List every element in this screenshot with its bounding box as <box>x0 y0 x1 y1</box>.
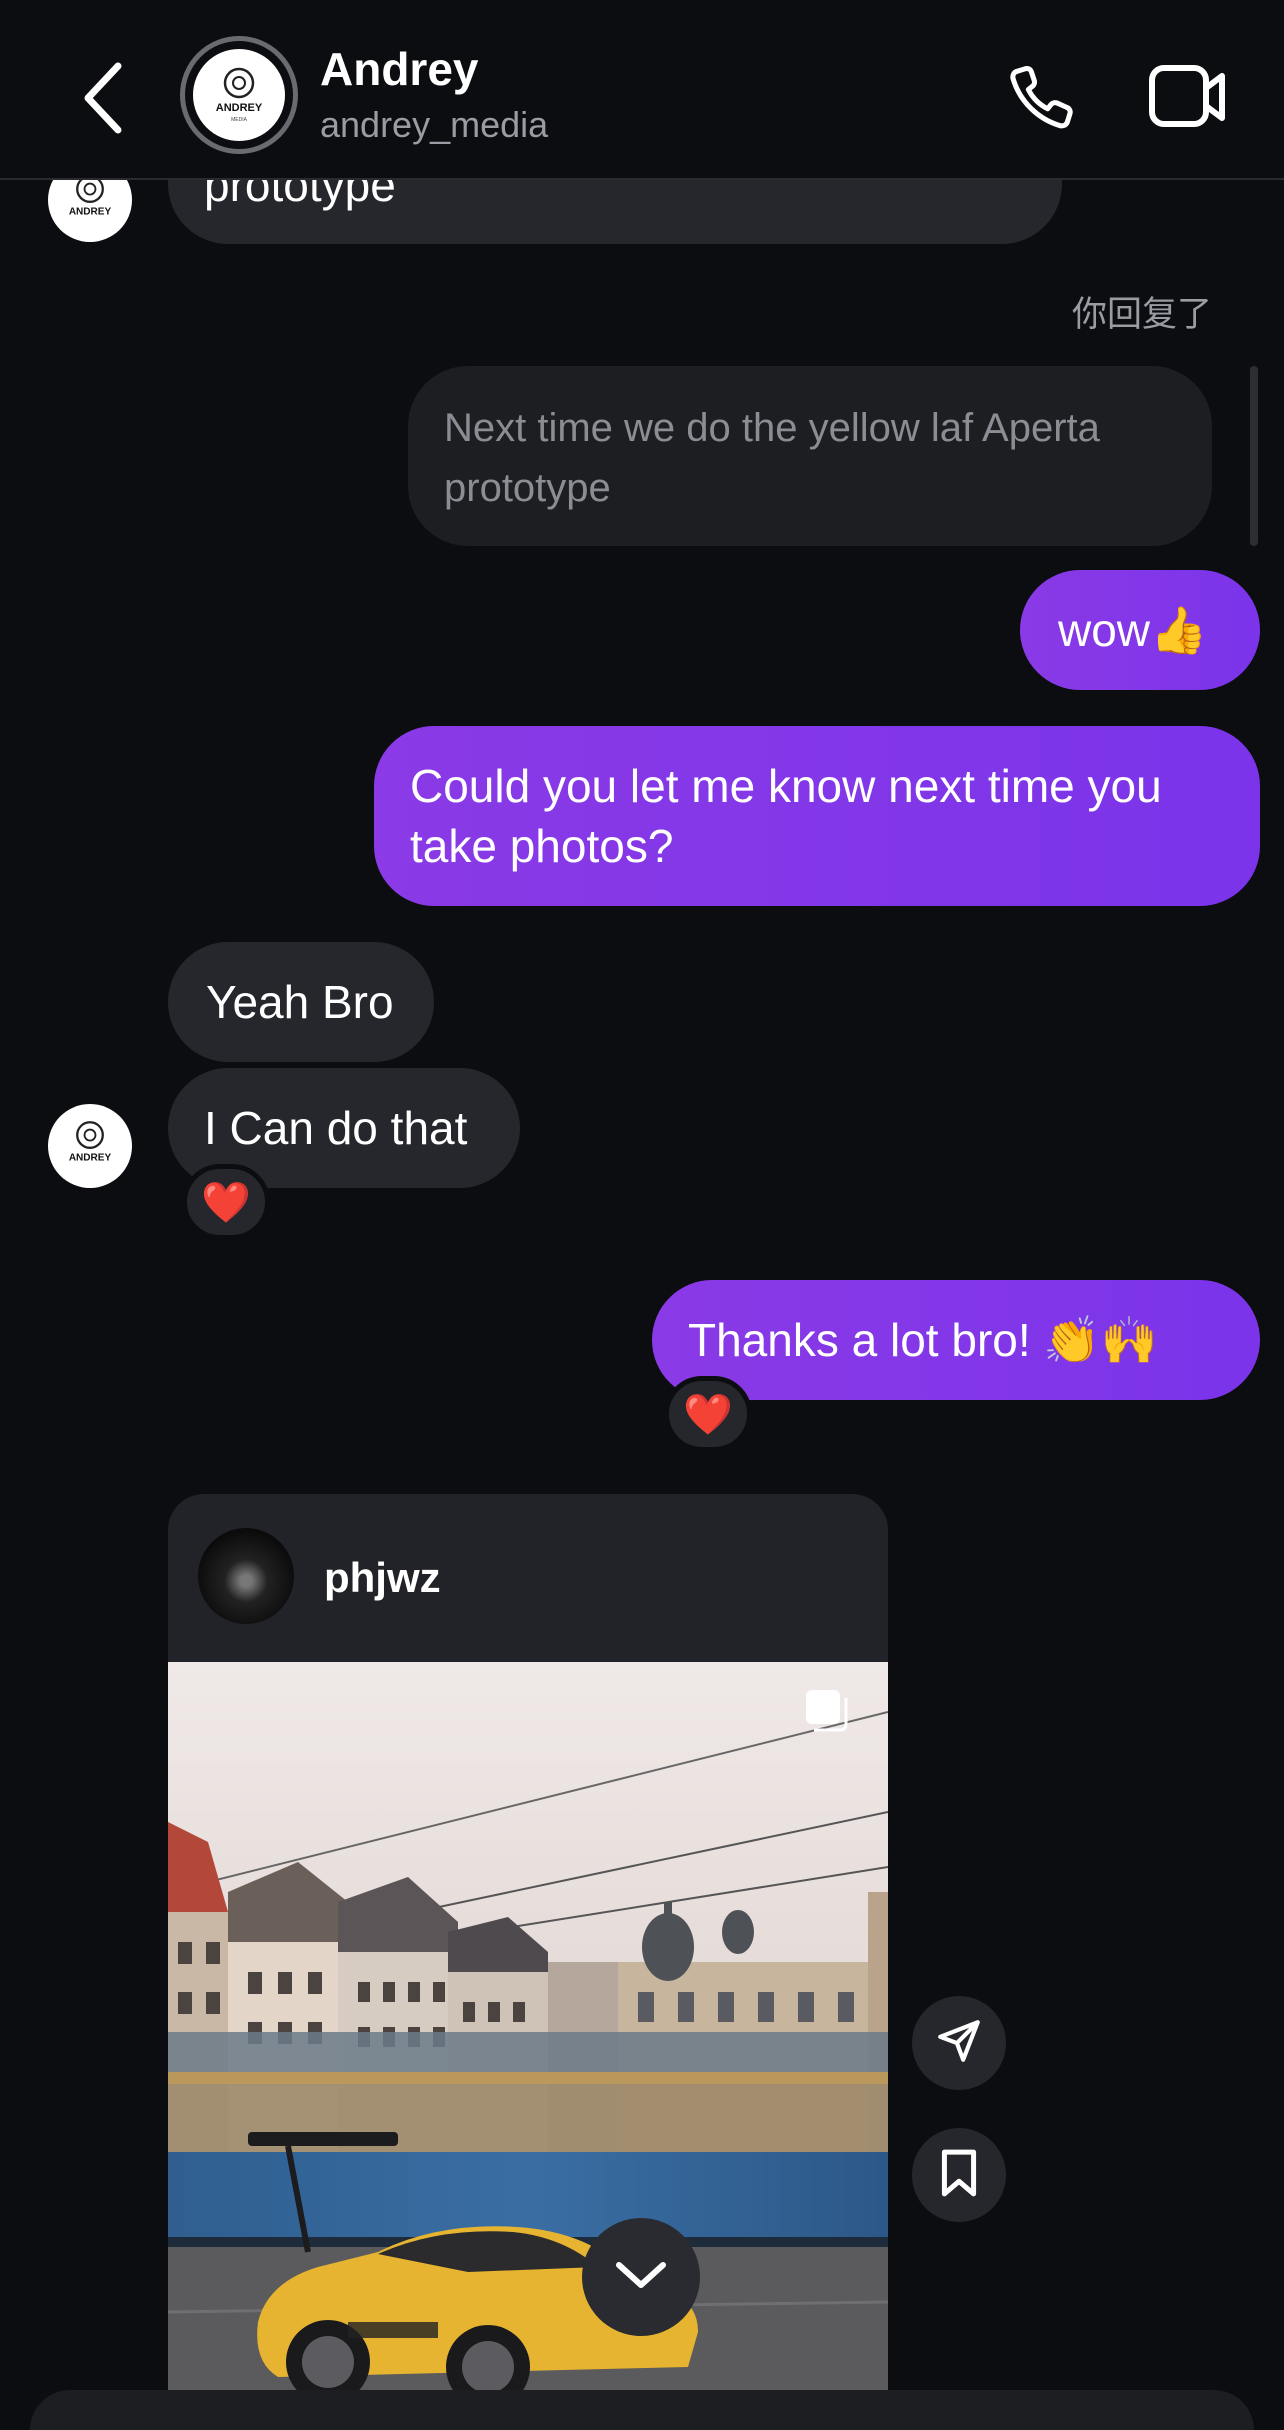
share-post-button[interactable] <box>912 1996 1006 2090</box>
message-bubble-outgoing[interactable]: wow👍 <box>1020 570 1260 690</box>
chat-header: ANDREY MEDIA Andrey andrey_media <box>0 0 1284 180</box>
video-camera-icon[interactable] <box>1148 62 1228 132</box>
paper-plane-icon <box>934 2016 984 2071</box>
sender-avatar[interactable]: ANDREY <box>48 1104 132 1188</box>
contact-username[interactable]: andrey_media <box>320 104 548 146</box>
message-text: Yeah Bro <box>206 976 394 1028</box>
shared-post-card[interactable]: phjwz <box>168 1494 888 2414</box>
bookmark-icon <box>937 2148 981 2203</box>
scrollbar[interactable] <box>1250 366 1258 546</box>
message-bubble-incoming[interactable]: Yeah Bro <box>168 942 434 1062</box>
heart-reaction[interactable]: ❤️ <box>182 1164 270 1240</box>
message-bubble-outgoing[interactable]: Could you let me know next time you take… <box>374 726 1260 906</box>
post-author-avatar[interactable] <box>198 1528 294 1624</box>
carousel-icon <box>804 1688 850 1734</box>
avatar[interactable]: ANDREY MEDIA <box>180 36 298 154</box>
phone-icon[interactable] <box>1004 60 1080 136</box>
avatar-logo-text: ANDREY <box>69 1153 112 1164</box>
save-post-button[interactable] <box>912 2128 1006 2222</box>
avatar-logo-text: ANDREY <box>69 207 112 218</box>
replied-message-quote[interactable]: Next time we do the yellow laf Aperta pr… <box>408 366 1212 546</box>
contact-name[interactable]: Andrey <box>320 42 478 96</box>
message-bubble-outgoing[interactable]: Thanks a lot bro! 👏🙌 <box>652 1280 1260 1400</box>
avatar-logo-subtext: MEDIA <box>231 117 248 123</box>
heart-reaction[interactable]: ❤️ <box>664 1376 752 1452</box>
message-composer[interactable] <box>30 2390 1254 2430</box>
scroll-to-bottom-button[interactable] <box>582 2218 700 2336</box>
message-text: I Can do that <box>204 1102 468 1154</box>
post-author-username[interactable]: phjwz <box>324 1554 441 1602</box>
message-text: Thanks a lot bro! 👏🙌 <box>688 1314 1158 1366</box>
chevron-left-icon[interactable] <box>78 58 134 138</box>
message-text: wow👍 <box>1058 604 1208 656</box>
message-text: Could you let me know next time you take… <box>410 760 1162 872</box>
post-image[interactable] <box>168 1662 888 2414</box>
reply-label: 你回复了 <box>1071 295 1212 334</box>
avatar-logo-text: ANDREY <box>216 102 263 114</box>
chevron-down-icon <box>611 2255 671 2300</box>
